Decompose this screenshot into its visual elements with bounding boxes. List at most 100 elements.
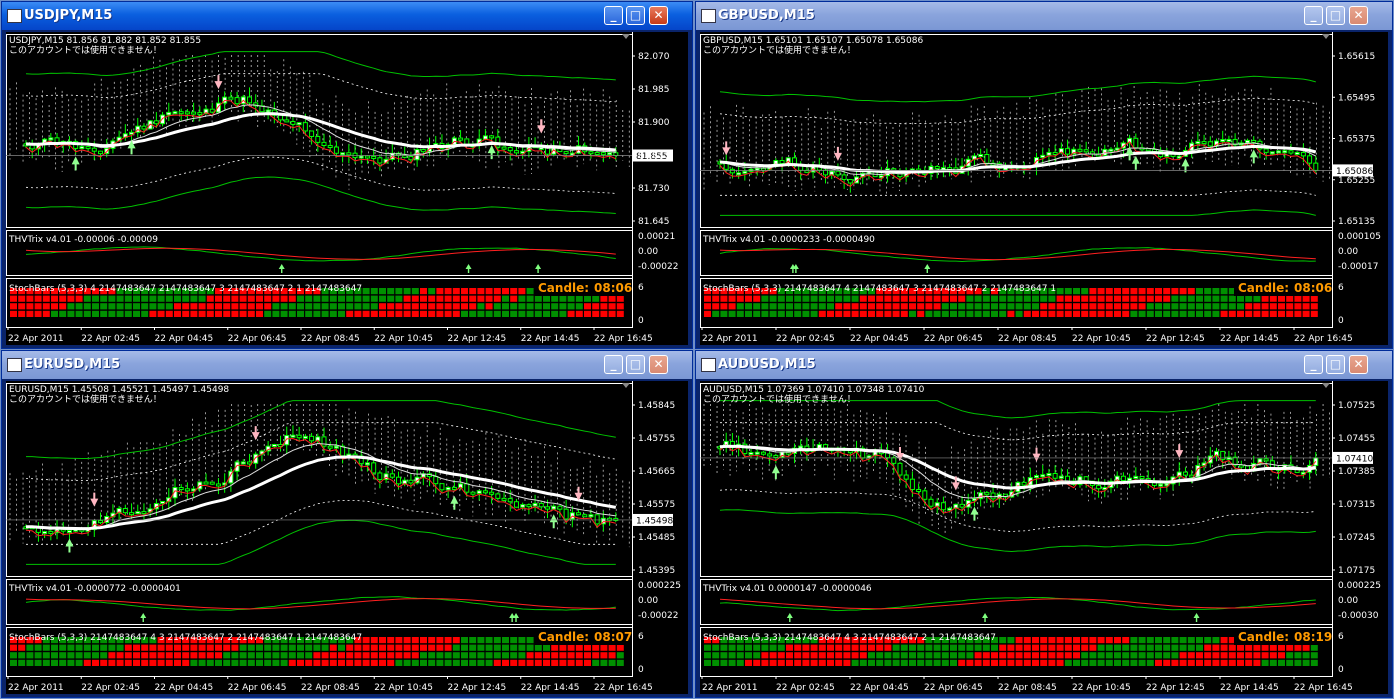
close-button[interactable]: ✕ — [1349, 6, 1368, 25]
price-axis-label: 1.07315 — [1338, 500, 1375, 510]
price-axis-label: 1.45845 — [638, 401, 675, 411]
time-axis-label: 22 Apr 12:45 — [448, 334, 507, 344]
chart-canvas[interactable]: 1.45498 1.45845 1.45755 1.45665 1.45575 1.454… — [6, 381, 688, 694]
chart-header: USDJPY,M15 81.856 81.882 81.852 81.855 — [9, 36, 201, 46]
chart-window-audusd[interactable]: AUDUSD,M15 _ □ ✕ 1.07410 1.07525 1.07455 1.0738… — [695, 350, 1393, 698]
close-button[interactable]: ✕ — [649, 355, 668, 374]
ichimoku-cloud — [703, 84, 1330, 194]
title-bar[interactable]: AUDUSD,M15 _ □ ✕ — [696, 351, 1392, 379]
thv-trix-label: THVTrix v4.01 -0.00006 -0.00009 — [8, 235, 158, 245]
minimize-button[interactable]: _ — [1304, 6, 1323, 25]
time-axis-label: 22 Apr 2011 — [8, 683, 64, 693]
window-title: AUDUSD,M15 — [718, 357, 816, 372]
chart-area[interactable]: 1.45498 1.45845 1.45755 1.45665 1.45575 1.454… — [6, 381, 688, 694]
main-pane-frame — [6, 383, 633, 577]
time-axis-label: 22 Apr 14:45 — [521, 334, 580, 344]
candle-timer-label: Candle: — [1238, 630, 1289, 644]
shift-marker-icon — [622, 34, 630, 39]
thv-trix-label: THVTrix v4.01 -0.0000772 -0.0000401 — [8, 584, 181, 594]
trend-ma-line — [719, 144, 1317, 174]
thv-arrow-icon — [982, 613, 989, 622]
time-axis-label: 22 Apr 04:45 — [850, 683, 909, 693]
close-button[interactable]: ✕ — [1349, 355, 1368, 374]
thv-axis-label: 0.00 — [1338, 247, 1358, 257]
chart-area[interactable]: 1.65086 1.65615 1.65495 1.65375 1.65255 1.651… — [700, 32, 1388, 345]
time-axis-label: 22 Apr 14:45 — [1220, 683, 1279, 693]
price-axis-label: 1.65495 — [1338, 93, 1375, 103]
price-axis-label: 81.985 — [638, 85, 670, 95]
time-axis-label: 22 Apr 08:45 — [301, 334, 360, 344]
time-axis-label: 22 Apr 14:45 — [1220, 334, 1279, 344]
current-price-label: 1.07410 — [1336, 454, 1373, 464]
price-axis-label: 82.070 — [638, 52, 670, 62]
thv-trix-label: THVTrix v4.01 0.0000147 -0.0000046 — [702, 584, 872, 594]
stoch-axis-label: 0 — [1338, 665, 1344, 675]
chart-area[interactable]: 1.07410 1.07525 1.07455 1.07385 1.07315 1.072… — [700, 381, 1388, 694]
maximize-button[interactable]: □ — [1326, 355, 1345, 374]
ichimoku-cloud — [9, 404, 630, 548]
minimize-button[interactable]: _ — [604, 355, 623, 374]
time-axis-label: 22 Apr 08:45 — [998, 683, 1057, 693]
price-axis-label: 1.07385 — [1338, 467, 1375, 477]
maximize-button[interactable]: □ — [626, 6, 645, 25]
maximize-button[interactable]: □ — [1326, 6, 1345, 25]
close-button[interactable]: ✕ — [649, 6, 668, 25]
minimize-button[interactable]: _ — [1304, 355, 1323, 374]
thv-axis-label: -0.00030 — [1338, 611, 1379, 621]
stoch-label: StochBars (5,3,3) 2147483647 4 3 2147483… — [9, 633, 362, 643]
account-notice: このアカウントでは使用できません！ — [703, 393, 856, 405]
thv-axis-label: 0.00 — [638, 247, 658, 257]
time-axis-label: 22 Apr 04:45 — [850, 334, 909, 344]
main-pane-frame — [6, 34, 633, 228]
chart-area[interactable]: 81.855 82.070 81.985 81.900 81.815 81.730 81.6… — [6, 32, 688, 345]
thv-trix-label: THVTrix v4.01 -0.0000233 -0.0000490 — [702, 235, 875, 245]
time-axis-label: 22 Apr 04:45 — [155, 683, 214, 693]
title-bar[interactable]: EURUSD,M15 _ □ ✕ — [2, 351, 692, 379]
price-axis-label: 1.65615 — [1338, 52, 1375, 62]
maximize-button[interactable]: □ — [626, 355, 645, 374]
title-bar[interactable]: GBPUSD,M15 _ □ ✕ — [696, 2, 1392, 30]
chart-window-usdjpy[interactable]: USDJPY,M15 _ □ ✕ 81.855 82.070 81.985 81.900 81.… — [1, 1, 693, 349]
chart-header: AUDUSD,M15 1.07369 1.07410 1.07348 1.074… — [703, 385, 925, 395]
thv-trix-line — [25, 247, 616, 260]
price-axis-label: 1.45665 — [638, 467, 675, 477]
price-axis-label: 1.07175 — [1338, 566, 1375, 576]
price-axis-label: 1.65255 — [1338, 176, 1375, 186]
time-axis-label: 22 Apr 12:45 — [448, 683, 507, 693]
price-axis-label: 1.07245 — [1338, 533, 1375, 543]
thv-arrow-icon — [140, 613, 147, 622]
account-notice: このアカウントでは使用できません！ — [9, 44, 162, 56]
time-axis-label: 22 Apr 08:45 — [301, 683, 360, 693]
time-axis-label: 22 Apr 10:45 — [1072, 334, 1131, 344]
thv-axis-label: 0.00 — [638, 596, 658, 606]
time-axis-label: 22 Apr 02:45 — [81, 683, 140, 693]
time-axis-label: 22 Apr 02:45 — [81, 334, 140, 344]
thv-trix-signal-line — [719, 596, 1316, 612]
time-axis-label: 22 Apr 10:45 — [374, 683, 433, 693]
time-axis-label: 22 Apr 2011 — [8, 334, 64, 344]
time-axis-label: 22 Apr 06:45 — [924, 683, 983, 693]
thv-arrow-icon — [786, 613, 793, 622]
chart-canvas[interactable]: 81.85582.07081.98581.90081.81581.73081.6… — [6, 32, 688, 345]
price-axis-label: 81.730 — [638, 184, 670, 194]
candle-timer-label: Candle: — [538, 630, 589, 644]
thv-trix-signal-line — [25, 596, 616, 611]
time-axis-label: 22 Apr 04:45 — [155, 334, 214, 344]
time-axis-label: 22 Apr 16:45 — [1294, 334, 1353, 344]
time-axis-label: 22 Apr 02:45 — [776, 683, 835, 693]
chart-canvas[interactable]: 1.650861.656151.654951.653751.652551.651… — [700, 32, 1388, 345]
price-axis-label: 81.815 — [638, 151, 670, 161]
candle-timer-value: 08:06 — [594, 281, 632, 295]
stoch-axis-label: 0 — [638, 665, 644, 675]
title-bar[interactable]: USDJPY,M15 _ □ ✕ — [2, 2, 692, 30]
chart-window-gbpusd[interactable]: GBPUSD,M15 _ □ ✕ 1.65086 1.65615 1.65495 1.6537… — [695, 1, 1393, 349]
minimize-button[interactable]: _ — [604, 6, 623, 25]
thv-arrow-icon — [924, 264, 931, 273]
thv-trix-signal-line — [25, 246, 616, 262]
chart-canvas[interactable]: 1.07410 1.07525 1.07455 1.07385 1.07315 1.072… — [700, 381, 1388, 694]
stoch-axis-label: 6 — [638, 632, 644, 642]
account-notice: このアカウントでは使用できません！ — [703, 44, 856, 56]
stoch-axis-label: 0 — [1338, 316, 1344, 326]
thv-arrow-icon — [509, 613, 516, 622]
chart-window-eurusd[interactable]: EURUSD,M15 _ □ ✕ 1.45498 1.45845 1.45755 1.4566… — [1, 350, 693, 698]
